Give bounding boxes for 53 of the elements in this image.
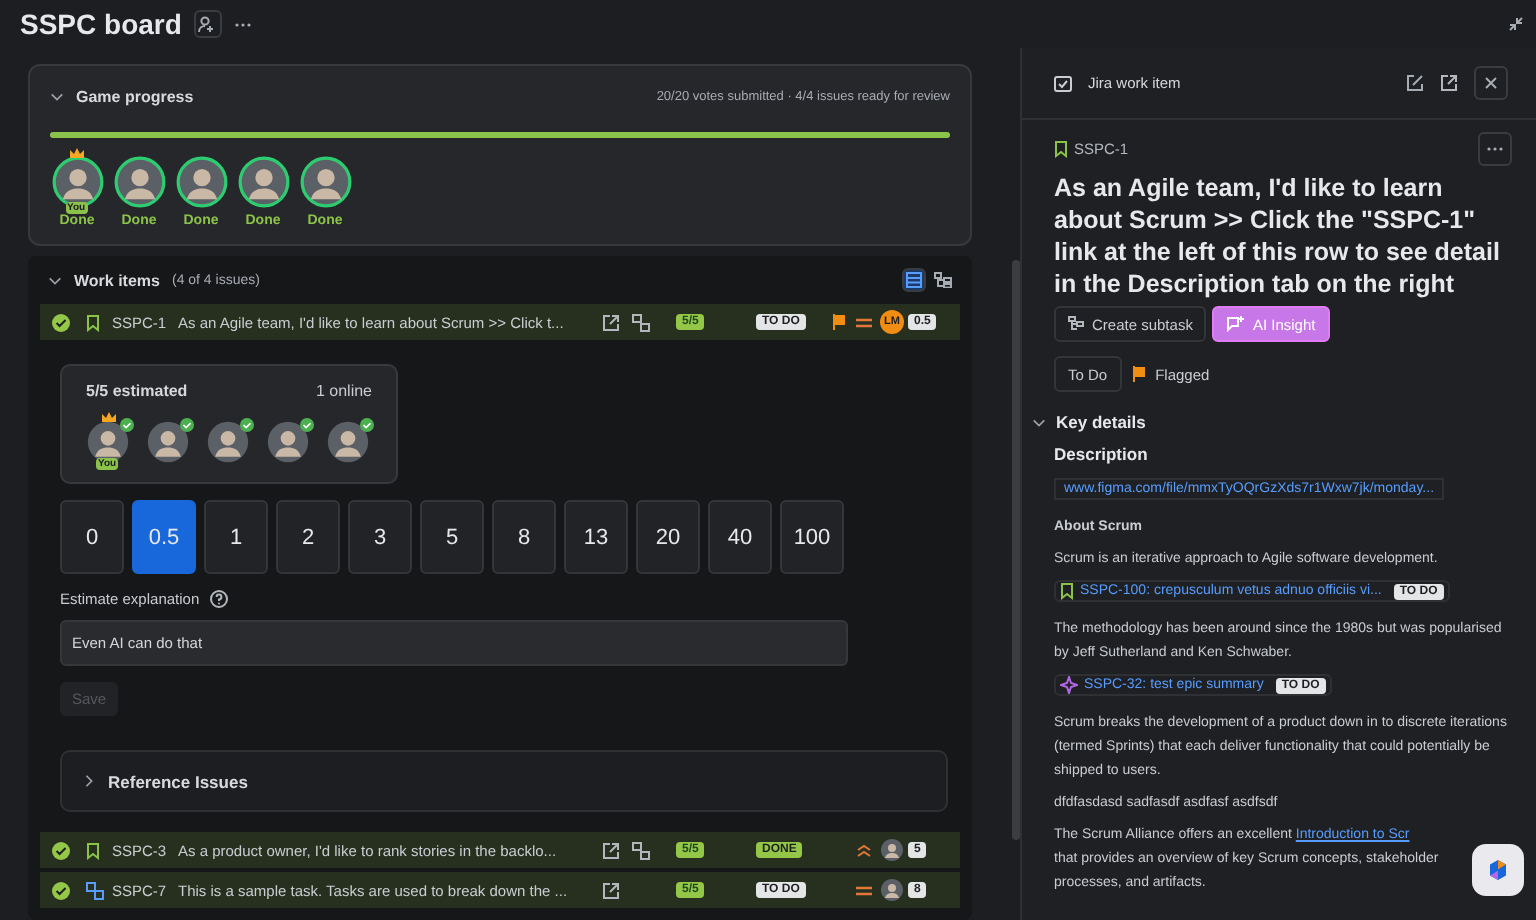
comment-sparkle-icon: [1226, 316, 1245, 332]
estimate-card[interactable]: 8: [492, 500, 556, 574]
reference-issues-toggle[interactable]: Reference Issues: [60, 750, 948, 812]
chevron-right-icon[interactable]: [82, 774, 96, 788]
description-heading: Description: [1054, 442, 1150, 466]
avatar: [86, 420, 130, 464]
done-check-icon: [52, 313, 70, 331]
estimate-card[interactable]: 5: [420, 500, 484, 574]
estimate-card[interactable]: 0: [60, 500, 124, 574]
flag-icon: [1131, 366, 1146, 382]
list-icon: [906, 272, 922, 288]
chevron-down-icon[interactable]: [48, 273, 62, 287]
more-icon: [1486, 146, 1504, 152]
hierarchy-icon[interactable]: [934, 272, 952, 288]
done-check-icon: [52, 841, 70, 859]
avatar: [51, 156, 103, 208]
section-title: Work items: [74, 271, 160, 289]
close-button[interactable]: [1474, 66, 1508, 100]
estimated-count: 5/5 estimated: [86, 382, 188, 400]
board-title: SSPC board: [20, 8, 182, 40]
close-icon: [1484, 76, 1498, 90]
estimate-card[interactable]: 20: [636, 500, 700, 574]
estimate-card[interactable]: 1: [204, 500, 268, 574]
open-external-icon[interactable]: [602, 841, 620, 859]
estimate-card[interactable]: 100: [780, 500, 844, 574]
hierarchy-icon: [1068, 316, 1084, 332]
list-view-button[interactable]: [902, 268, 926, 292]
checkbox-icon: [1054, 75, 1072, 91]
more-icon[interactable]: [233, 21, 252, 27]
estimate-card[interactable]: 40: [708, 500, 772, 574]
online-count: 1 online: [315, 382, 372, 400]
done-check-icon: [52, 881, 70, 899]
open-external-icon[interactable]: [1440, 74, 1458, 92]
estimate-card[interactable]: 13: [564, 500, 628, 574]
add-person-icon: [198, 15, 217, 33]
edit-icon[interactable]: [1406, 74, 1424, 92]
chevron-down-icon[interactable]: [50, 90, 64, 104]
open-external-icon[interactable]: [602, 881, 620, 899]
section-title: Key details: [1056, 412, 1146, 432]
add-person-button[interactable]: [193, 10, 222, 38]
link-icon[interactable]: [632, 313, 650, 331]
estimate-card[interactable]: 0.5: [132, 500, 196, 574]
section-title: Game progress: [76, 88, 194, 106]
issue-title: As an Agile team, I'd like to learn about Scrum >> Click the "SSPC-1" link at the left of this row to see detail in the Description tab on the right: [1054, 172, 1502, 300]
help-icon[interactable]: [209, 590, 228, 608]
estimate-card[interactable]: 2: [276, 500, 340, 574]
estimate-card[interactable]: 3: [348, 500, 412, 574]
hexagon-logo-icon: [1486, 858, 1510, 882]
collapse-icon[interactable]: [1508, 16, 1524, 32]
assistant-button[interactable]: [1472, 844, 1524, 896]
open-external-icon[interactable]: [602, 313, 620, 331]
chevron-down-icon[interactable]: [1032, 415, 1046, 429]
link-icon[interactable]: [632, 841, 650, 859]
